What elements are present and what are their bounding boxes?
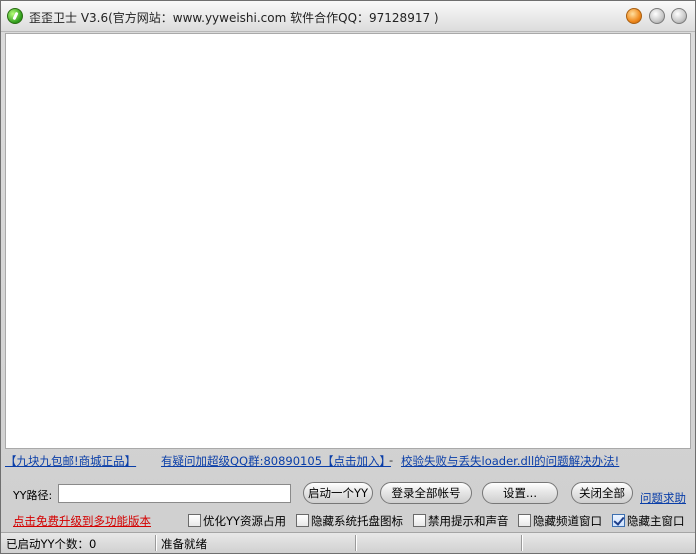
status-divider: [355, 535, 357, 551]
checkbox-label: 隐藏频道窗口: [533, 514, 602, 528]
qq-group-link[interactable]: 有疑问加超级QQ群:80890105【点击加入】: [161, 453, 391, 469]
promo-link[interactable]: 【九块九包邮!商城正品】: [5, 453, 136, 469]
checkbox-label: 优化YY资源占用: [203, 514, 287, 528]
window-title: 歪歪卫士 V3.6(官方网站：www.yyweishi.com 软件合作QQ：9…: [29, 11, 439, 25]
hide-tray-icon-checkbox[interactable]: 隐藏系统托盘图标: [296, 513, 403, 529]
checkbox-label: 隐藏主窗口: [627, 514, 685, 528]
yy-path-label: YY路径:: [13, 489, 53, 502]
launch-one-yy-button[interactable]: 启动一个YY: [303, 482, 373, 504]
status-bar: 已启动YY个数：0 准备就绪: [1, 532, 695, 553]
app-logo-icon: [7, 8, 23, 24]
status-divider: [155, 535, 157, 551]
link-separator: -: [389, 453, 394, 467]
yy-path-input[interactable]: [58, 484, 291, 503]
checkbox-label: 隐藏系统托盘图标: [311, 514, 403, 528]
close-button[interactable]: [671, 8, 687, 24]
checkbox-box[interactable]: [518, 514, 531, 527]
close-all-button[interactable]: 关闭全部: [571, 482, 633, 504]
title-bar[interactable]: 歪歪卫士 V3.6(官方网站：www.yyweishi.com 软件合作QQ：9…: [1, 1, 695, 32]
checkbox-box[interactable]: [188, 514, 201, 527]
hide-channel-window-checkbox[interactable]: 隐藏频道窗口: [518, 513, 602, 529]
help-link[interactable]: 问题求助: [640, 490, 686, 506]
minimize-button[interactable]: [626, 8, 642, 24]
ready-status: 准备就绪: [161, 537, 207, 551]
status-divider: [521, 535, 523, 551]
upgrade-link[interactable]: 点击免费升级到多功能版本: [13, 513, 151, 529]
disable-sounds-checkbox[interactable]: 禁用提示和声音: [413, 513, 509, 529]
checkbox-box[interactable]: [296, 514, 309, 527]
link-bar: 【九块九包邮!商城正品】 有疑问加超级QQ群:80890105【点击加入】 - …: [5, 451, 691, 469]
checkbox-label: 禁用提示和声音: [428, 514, 509, 528]
main-content-area: [5, 33, 691, 449]
checkbox-box-checked[interactable]: [612, 514, 625, 527]
main-window: 歪歪卫士 V3.6(官方网站：www.yyweishi.com 软件合作QQ：9…: [0, 0, 696, 554]
settings-button[interactable]: 设置...: [482, 482, 558, 504]
yy-count-status: 已启动YY个数：0: [6, 537, 97, 551]
hide-main-window-checkbox[interactable]: 隐藏主窗口: [612, 513, 685, 529]
maximize-button[interactable]: [649, 8, 665, 24]
login-all-accounts-button[interactable]: 登录全部帐号: [380, 482, 472, 504]
loader-fix-link[interactable]: 校验失败与丢失loader.dll的问题解决办法!: [401, 453, 619, 469]
optimize-resources-checkbox[interactable]: 优化YY资源占用: [188, 513, 286, 529]
checkbox-box[interactable]: [413, 514, 426, 527]
